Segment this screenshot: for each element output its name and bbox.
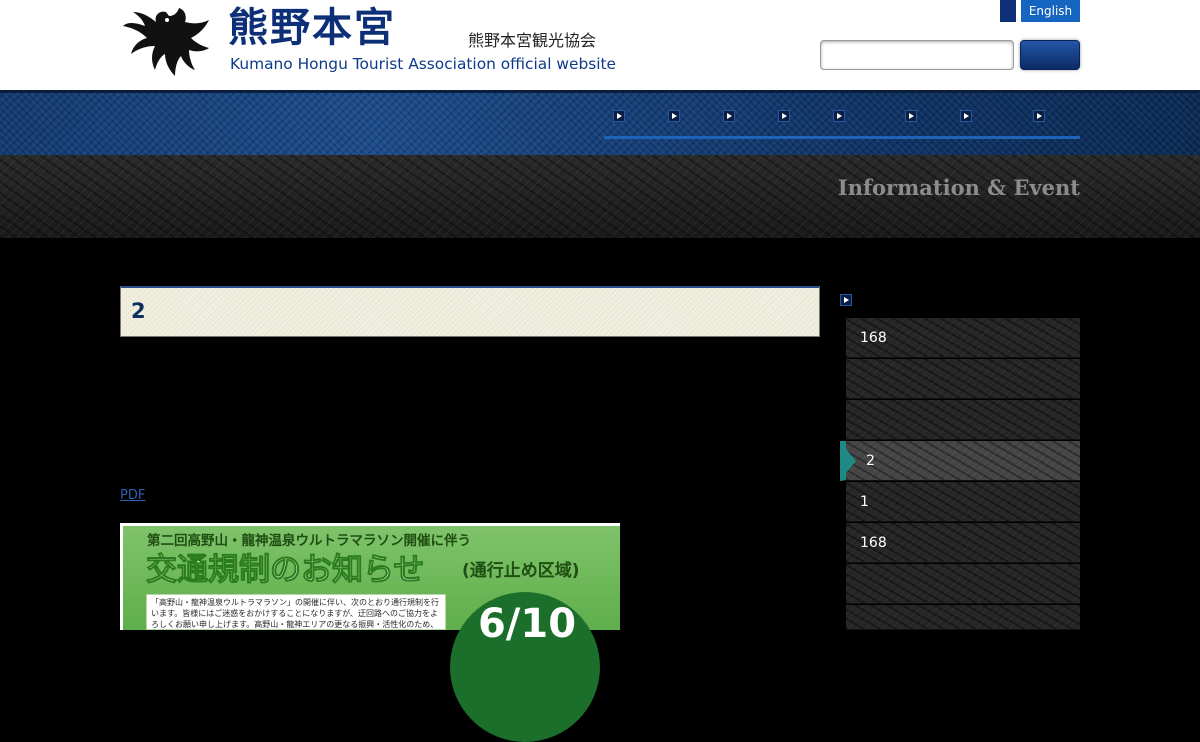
nav-item-2[interactable]	[668, 106, 682, 126]
poster-headline-sub: (通行止め区域)	[462, 561, 580, 581]
sidebar-item[interactable]: 1	[846, 482, 1080, 522]
page-title	[120, 180, 760, 220]
play-triangle-icon	[778, 110, 790, 122]
sidebar-item[interactable]	[846, 564, 1080, 604]
site-subtitle-en: Kumano Hongu Tourist Association officia…	[230, 55, 617, 73]
search-input[interactable]	[820, 40, 1014, 70]
sidebar-item[interactable]: 168	[846, 318, 1080, 358]
nav-item-6[interactable]	[905, 106, 919, 126]
play-triangle-icon	[723, 110, 735, 122]
site-header: 熊野本宮 熊野本宮観光協会 Kumano Hongu Tourist Assoc…	[0, 0, 1200, 90]
sidebar-item[interactable]: 168	[846, 523, 1080, 563]
poster-notice-text: 「高野山・龍神温泉ウルトラマラソン」の開催に伴い、次のとおり通行規制を行います。…	[146, 594, 446, 630]
post-heading: 2	[131, 299, 146, 323]
poster-headline: 交通規制のお知らせ	[146, 552, 425, 589]
nav-item-3[interactable]	[723, 106, 737, 126]
play-triangle-icon	[613, 110, 625, 122]
sidebar-item-label: 168	[860, 535, 887, 551]
sidebar-item[interactable]	[846, 400, 1080, 440]
nav-item-1[interactable]	[613, 106, 627, 126]
nav-item-7[interactable]	[960, 106, 974, 126]
poster-date: 6/10	[477, 601, 577, 647]
play-triangle-icon	[668, 110, 680, 122]
site-subtitle-jp: 熊野本宮観光協会	[468, 31, 597, 50]
play-triangle-icon	[905, 110, 917, 122]
nav-item-5[interactable]	[833, 106, 847, 126]
sidebar-item-label: 1	[860, 494, 869, 510]
sidebar-item-label: 2	[866, 453, 875, 469]
sidebar-item-label: 168	[860, 330, 887, 346]
search-button[interactable]	[1020, 40, 1080, 70]
play-triangle-icon	[840, 294, 852, 306]
sidebar-item[interactable]	[846, 605, 1080, 630]
pdf-link[interactable]: PDF	[120, 487, 160, 505]
play-triangle-icon	[1033, 110, 1045, 122]
nav-item-4[interactable]	[778, 106, 792, 126]
nav-divider	[604, 136, 1080, 139]
language-japanese-button[interactable]	[1000, 0, 1016, 22]
language-english-button[interactable]: English	[1021, 0, 1080, 22]
page-title-en: Information & Event	[837, 175, 1080, 200]
crow-emblem-icon[interactable]	[121, 2, 211, 80]
sidebar-list: 168 2 1 168	[840, 318, 1080, 630]
global-nav-menu	[604, 106, 1080, 126]
sidebar-item[interactable]	[846, 359, 1080, 399]
nav-item-8[interactable]	[1033, 106, 1047, 126]
play-triangle-icon	[833, 110, 845, 122]
poster-headline-small: 第二回高野山・龍神温泉ウルトラマラソン開催に伴う	[147, 533, 471, 549]
sidebar-item-active[interactable]: 2	[840, 441, 1080, 481]
site-logo-title[interactable]: 熊野本宮	[228, 4, 408, 52]
triangle-right-icon	[846, 449, 856, 473]
play-triangle-icon	[960, 110, 972, 122]
